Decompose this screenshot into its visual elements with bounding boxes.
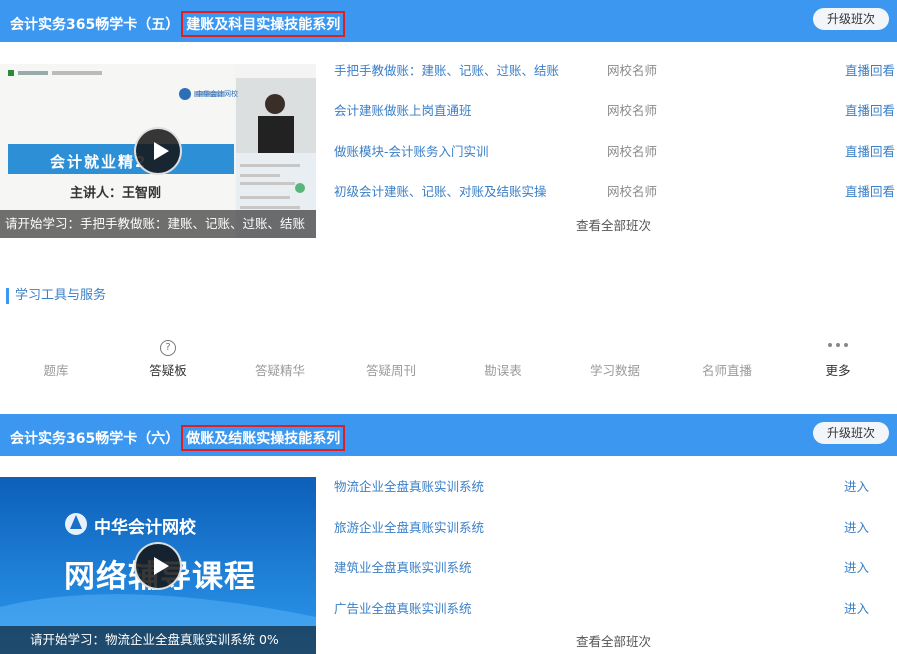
tool-teacher-live[interactable]: 名师直播 (697, 360, 757, 379)
replay-link[interactable]: 直播回看 (845, 182, 895, 202)
list-item: 手把手教做账：建账、记账、过账、结账 网校名师 直播回看 (0, 61, 897, 81)
course-link[interactable]: 旅游企业全盘真账实训系统 (334, 518, 484, 538)
list-item: 做账模块-会计账务入门实训 网校名师 直播回看 (0, 142, 897, 162)
tool-more[interactable]: 更多 (808, 360, 868, 379)
tool-question-bank[interactable]: 题库 (26, 360, 86, 379)
list-item: 初级会计建账、记账、对账及结账实操 网校名师 直播回看 (0, 182, 897, 202)
upgrade-button[interactable]: 升级班次 (813, 422, 889, 444)
section-title: 学习工具与服务 (6, 288, 106, 304)
tool-qa-essence[interactable]: 答疑精华 (250, 360, 310, 379)
course-link[interactable]: 初级会计建账、记账、对账及结账实操 (334, 182, 547, 202)
course-link[interactable]: 物流企业全盘真账实训系统 (334, 477, 484, 497)
view-all-row: 查看全部班次 (0, 632, 897, 652)
upgrade-button[interactable]: 升级班次 (813, 8, 889, 30)
replay-link[interactable]: 直播回看 (845, 142, 895, 162)
teacher-name: 网校名师 (607, 63, 658, 78)
enter-link[interactable]: 进入 (844, 477, 869, 497)
course-card-title-prefix: 会计实务365畅学卡（六） (10, 431, 180, 447)
list-item: 会计建账做账上岗直通班 网校名师 直播回看 (0, 101, 897, 121)
course-link[interactable]: 广告业全盘真账实训系统 (334, 599, 472, 619)
course-link[interactable]: 建筑业全盘真账实训系统 (334, 558, 472, 578)
list-item: 物流企业全盘真账实训系统 进入 (0, 477, 897, 497)
more-dots-icon (828, 343, 850, 349)
course-card-title: 会计实务365畅学卡（五） 建账及科目实操技能系列 (10, 11, 346, 37)
course-link[interactable]: 会计建账做账上岗直通班 (334, 101, 472, 121)
course-card-title-highlight: 建账及科目实操技能系列 (181, 11, 346, 37)
tool-study-data[interactable]: 学习数据 (585, 360, 645, 379)
replay-link[interactable]: 直播回看 (845, 61, 895, 81)
teacher-name: 网校名师 (607, 184, 658, 199)
course-card-header: 会计实务365畅学卡（五） 建账及科目实操技能系列 升级班次 (0, 0, 897, 42)
enter-link[interactable]: 进入 (844, 558, 869, 578)
teacher-name: 网校名师 (607, 103, 658, 118)
course-card-header: 会计实务365畅学卡（六） 做账及结账实操技能系列 升级班次 (0, 414, 897, 456)
tool-qa-board[interactable]: 答疑板 (138, 360, 198, 379)
enter-link[interactable]: 进入 (844, 518, 869, 538)
course-link[interactable]: 手把手教做账：建账、记账、过账、结账 (334, 61, 559, 81)
tool-errata[interactable]: 勘误表 (473, 360, 533, 379)
tool-qa-weekly[interactable]: 答疑周刊 (361, 360, 421, 379)
list-item: 建筑业全盘真账实训系统 进入 (0, 558, 897, 578)
course-card-title: 会计实务365畅学卡（六） 做账及结账实操技能系列 (10, 425, 346, 451)
list-item: 广告业全盘真账实训系统 进入 (0, 599, 897, 619)
question-circle-icon: ? (160, 340, 176, 356)
view-all-link[interactable]: 查看全部班次 (576, 632, 651, 652)
teacher-name: 网校名师 (607, 144, 658, 159)
view-all-link[interactable]: 查看全部班次 (576, 216, 651, 236)
enter-link[interactable]: 进入 (844, 599, 869, 619)
course-card-title-highlight: 做账及结账实操技能系列 (181, 425, 346, 451)
course-card-title-prefix: 会计实务365畅学卡（五） (10, 17, 180, 33)
course-link[interactable]: 做账模块-会计账务入门实训 (334, 142, 489, 162)
replay-link[interactable]: 直播回看 (845, 101, 895, 121)
list-item: 旅游企业全盘真账实训系统 进入 (0, 518, 897, 538)
video-brand: 中华会计网校 (196, 90, 238, 98)
view-all-row: 查看全部班次 (0, 216, 897, 236)
